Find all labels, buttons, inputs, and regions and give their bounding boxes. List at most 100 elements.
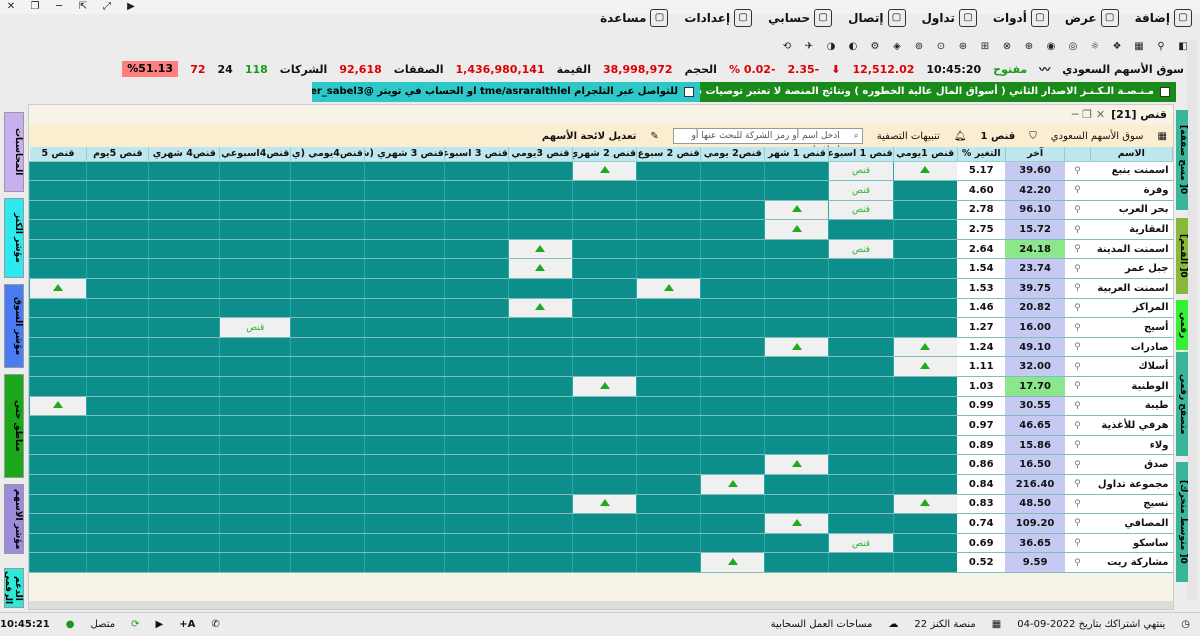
scan-cell[interactable] (764, 258, 829, 280)
scan-cell[interactable] (148, 161, 220, 182)
scan-cell[interactable] (443, 219, 509, 240)
scan-cell[interactable] (29, 474, 87, 495)
scan-cell[interactable] (290, 219, 365, 240)
pin-icon[interactable]: ⚲ (1064, 219, 1091, 240)
scan-cell[interactable] (764, 513, 829, 534)
pin-icon[interactable]: ⚲ (1064, 278, 1091, 299)
table-row[interactable]: هرفي للأغذية ⚲ 46.65 0.97 (29, 415, 1173, 436)
scan-cell[interactable] (828, 337, 894, 358)
scan-cell[interactable] (443, 454, 509, 475)
scan-cell[interactable] (764, 278, 829, 299)
search-input[interactable]: ⌕ ادخل اسم أو رمز الشركة للبحث عنها أو إ… (672, 128, 863, 155)
scan-cell[interactable] (443, 494, 509, 515)
column-header[interactable]: قنص 3 اسبوعي (444, 147, 509, 162)
scan-cell[interactable] (507, 317, 573, 338)
scan-cell[interactable] (363, 278, 445, 299)
column-header[interactable]: قنص 1يومي (893, 147, 958, 162)
scan-cell[interactable]: قنص (219, 317, 291, 338)
grid-icon[interactable]: ▦ (1158, 131, 1167, 142)
scan-cell[interactable] (219, 278, 291, 299)
column-header[interactable]: قنص 3يومي (508, 147, 573, 162)
scan-cell[interactable] (219, 298, 291, 319)
toolbar-tool-5-icon[interactable]: ☼ (1088, 40, 1102, 54)
scan-cell[interactable] (764, 239, 829, 260)
scan-cell[interactable] (764, 474, 829, 495)
menu-add[interactable]: ▢ إضافة (1135, 9, 1192, 27)
scan-cell[interactable] (507, 513, 573, 534)
scan-cell[interactable] (148, 552, 220, 573)
scan-cell[interactable] (828, 474, 894, 495)
table-row[interactable]: صدق ⚲ 16.50 0.86 (29, 454, 1173, 475)
stock-name[interactable]: اسمنت العربية (1090, 278, 1173, 299)
table-row[interactable]: اسمنت المدينة ⚲ 24.18 2.64 قنص (29, 239, 1173, 260)
scan-cell[interactable] (86, 552, 149, 573)
stock-name[interactable]: اسمنت ينبع (1090, 161, 1173, 182)
scan-cell[interactable] (363, 435, 445, 456)
table-row[interactable]: اسمنت ينبع ⚲ 39.60 5.17 قنص (29, 161, 1173, 182)
scan-cell[interactable] (636, 435, 701, 456)
scan-cell[interactable] (86, 219, 149, 240)
scan-cell[interactable] (700, 415, 765, 436)
column-header[interactable]: قنص2 يومي (700, 147, 766, 162)
scan-cell[interactable] (828, 415, 894, 436)
pin-icon[interactable]: ⚲ (1064, 454, 1091, 475)
scan-cell[interactable] (507, 337, 573, 358)
scan-cell[interactable] (507, 552, 573, 573)
scan-cell[interactable] (828, 298, 894, 319)
scan-cell[interactable] (892, 415, 958, 436)
scan-cell[interactable] (507, 278, 573, 299)
scan-cell[interactable] (219, 356, 291, 378)
stock-name[interactable]: العقارية (1090, 219, 1173, 240)
scan-cell[interactable] (86, 415, 149, 436)
scan-cell[interactable] (363, 533, 445, 554)
scan-cell[interactable] (764, 435, 829, 456)
scan-cell[interactable] (507, 474, 573, 495)
scan-cell[interactable] (764, 415, 829, 436)
scan-cell[interactable] (892, 278, 958, 299)
scan-cell[interactable] (29, 494, 87, 515)
scan-cell[interactable] (828, 219, 894, 240)
column-header[interactable]: قنص 3 شهري (شه (364, 147, 445, 162)
scan-cell[interactable] (219, 396, 291, 417)
scan-cell[interactable] (443, 161, 509, 182)
scan-cell[interactable] (86, 474, 149, 495)
scan-cell[interactable] (636, 415, 701, 436)
scan-cell[interactable] (636, 219, 701, 240)
table-row[interactable]: صادرات ⚲ 49.10 1.24 (29, 337, 1173, 358)
scan-cell[interactable] (892, 533, 958, 554)
scan-cell[interactable] (29, 180, 87, 201)
scan-cell[interactable] (892, 376, 958, 397)
scan-cell[interactable] (443, 435, 509, 456)
scan-cell[interactable] (363, 494, 445, 515)
scan-cell[interactable] (507, 376, 573, 397)
scan-cell[interactable] (148, 200, 220, 221)
scan-cell[interactable] (148, 298, 220, 319)
scan-cell[interactable] (29, 552, 87, 573)
stock-name[interactable]: مجموعة تداول (1090, 474, 1173, 495)
scan-cell[interactable] (507, 258, 573, 280)
video-icon[interactable]: ▶ (156, 619, 164, 630)
left-side-tab[interactable]: مؤشر الكنز (4, 198, 24, 278)
scan-cell[interactable] (290, 180, 365, 201)
scan-cell[interactable] (219, 474, 291, 495)
scan-cell[interactable] (148, 180, 220, 201)
scan-cell[interactable] (363, 552, 445, 573)
pin-icon[interactable]: ⚲ (1064, 415, 1091, 436)
scan-cell[interactable] (636, 337, 701, 358)
scan-cell[interactable] (892, 317, 958, 338)
table-row[interactable]: المراكز ⚲ 20.82 1.46 (29, 298, 1173, 319)
toolbar-tool-8-icon[interactable]: ⊕ (1022, 40, 1036, 54)
table-row[interactable]: مشاركة ريت ⚲ 9.59 0.52 (29, 552, 1173, 573)
scan-cell[interactable] (892, 200, 958, 221)
scan-cell[interactable] (29, 533, 87, 554)
menu-trade[interactable]: ▢ تداول (922, 9, 977, 27)
scan-cell[interactable] (86, 180, 149, 201)
scan-cell[interactable] (892, 396, 958, 417)
scan-cell[interactable] (219, 258, 291, 280)
scan-cell[interactable] (700, 356, 765, 378)
toolbar-tool-12-icon[interactable]: ⊙ (934, 40, 948, 54)
stock-name[interactable]: مشاركة ريت (1090, 552, 1173, 573)
scan-cell[interactable] (828, 356, 894, 378)
scan-cell[interactable] (219, 219, 291, 240)
scan-cell[interactable] (29, 376, 87, 397)
